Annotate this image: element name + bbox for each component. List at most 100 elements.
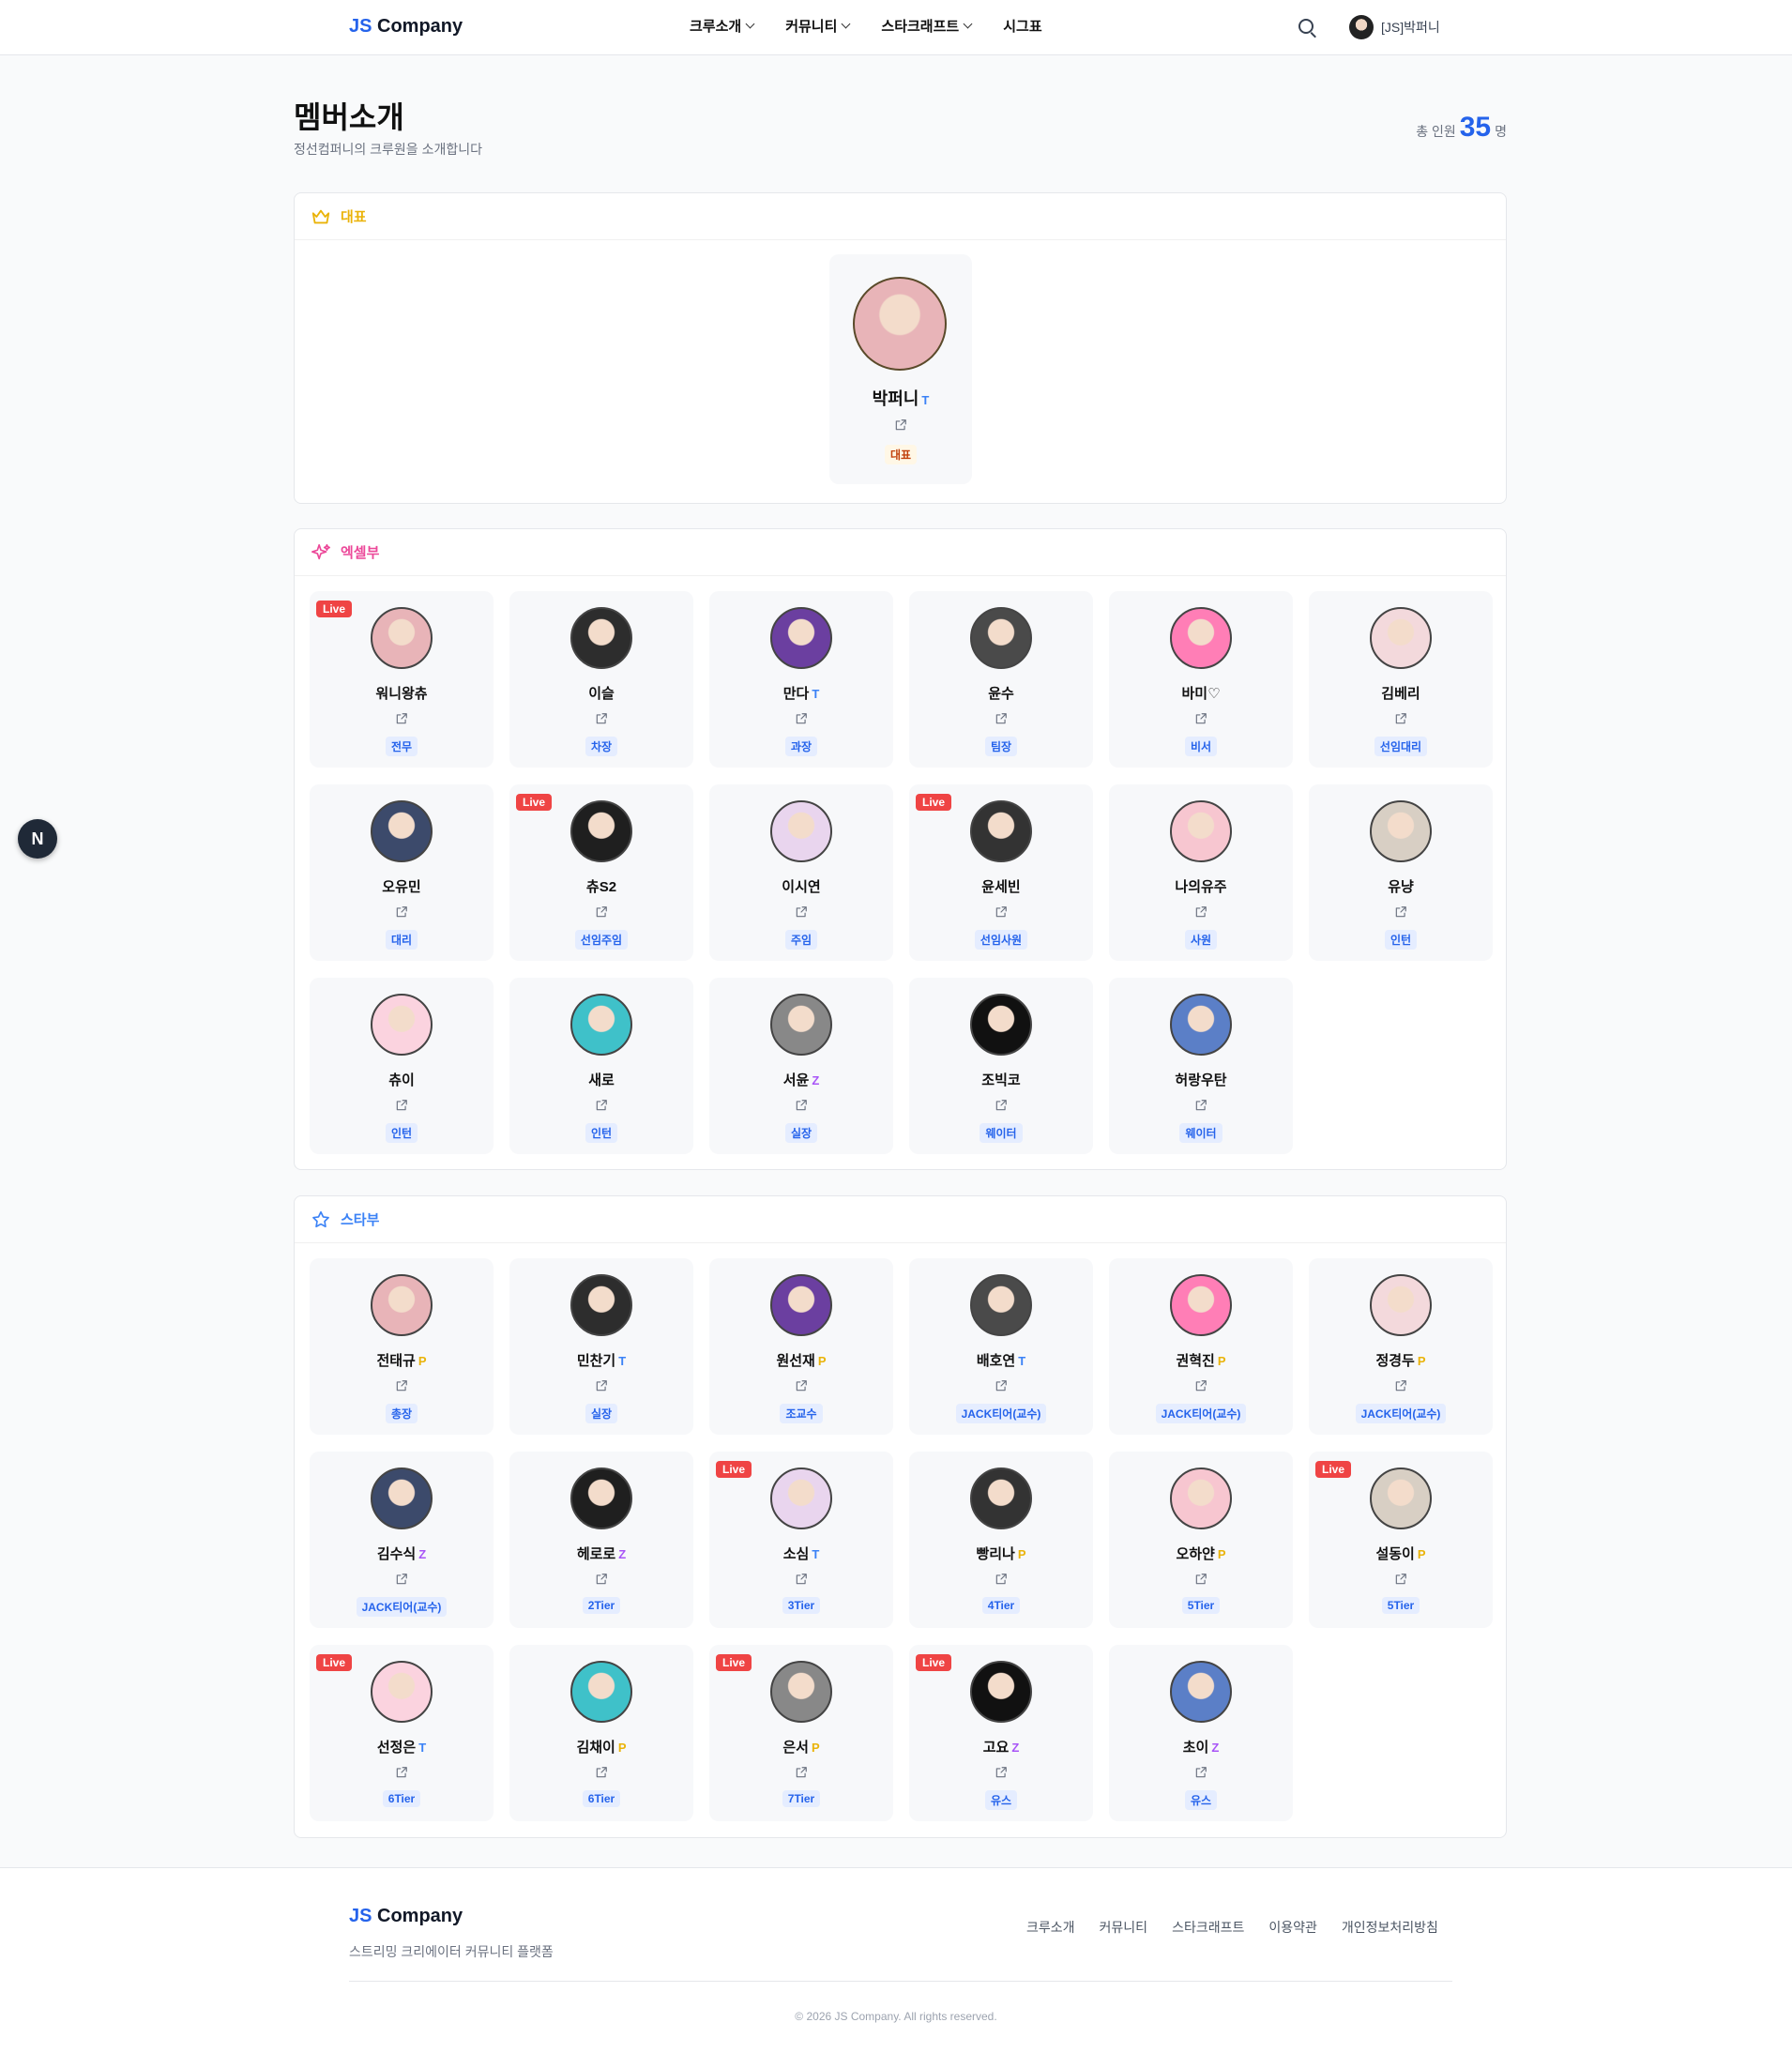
member-card[interactable]: 빵리나 P 4Tier xyxy=(909,1452,1093,1628)
member-card[interactable]: 전태규 P 총장 xyxy=(310,1258,494,1435)
external-link-icon[interactable] xyxy=(1194,1379,1207,1392)
nav-item-community[interactable]: 커뮤니티 xyxy=(785,16,851,36)
footer-link-privacy[interactable]: 개인정보처리방침 xyxy=(1342,1918,1438,1937)
external-link-icon[interactable] xyxy=(795,1573,808,1586)
member-card[interactable]: 박퍼니 T 대표 xyxy=(829,254,972,484)
external-link-icon[interactable] xyxy=(1194,1099,1207,1112)
member-card[interactable]: 김채이 P 6Tier xyxy=(509,1645,693,1821)
role-badge: 5Tier xyxy=(1381,1597,1420,1614)
member-card[interactable]: 허랑우탄 웨이터 xyxy=(1109,978,1293,1154)
external-link-icon[interactable] xyxy=(595,1099,608,1112)
external-link-icon[interactable] xyxy=(595,1379,608,1392)
member-card[interactable]: 원선재 P 조교수 xyxy=(709,1258,893,1435)
external-link-icon[interactable] xyxy=(995,1766,1008,1779)
external-link-icon[interactable] xyxy=(995,1099,1008,1112)
footer-logo[interactable]: JS Company xyxy=(349,1906,463,1927)
member-card[interactable]: 유냥 인턴 xyxy=(1309,784,1493,961)
member-card[interactable]: 정경두 P JACK티어(교수) xyxy=(1309,1258,1493,1435)
member-card[interactable]: Live 은서 P 7Tier xyxy=(709,1645,893,1821)
member-card[interactable]: 초이 Z 유스 xyxy=(1109,1645,1293,1821)
member-card[interactable]: Live 워니왕츄 전무 xyxy=(310,591,494,768)
member-card[interactable]: 민찬기 T 실장 xyxy=(509,1258,693,1435)
avatar xyxy=(371,607,433,669)
member-card[interactable]: 헤로로 Z 2Tier xyxy=(509,1452,693,1628)
external-link-icon[interactable] xyxy=(395,1379,408,1392)
external-link-icon[interactable] xyxy=(595,1766,608,1779)
external-link-icon[interactable] xyxy=(1194,1573,1207,1586)
avatar xyxy=(770,607,832,669)
member-card[interactable]: 이슬 차장 xyxy=(509,591,693,768)
nav-item-sig[interactable]: 시그표 xyxy=(1003,16,1041,36)
member-card[interactable]: 서윤 Z 실장 xyxy=(709,978,893,1154)
member-card[interactable]: 오유민 대리 xyxy=(310,784,494,961)
tier-badge: P xyxy=(1417,1354,1426,1368)
external-link-icon[interactable] xyxy=(995,1379,1008,1392)
external-link-icon[interactable] xyxy=(795,1766,808,1779)
external-link-icon[interactable] xyxy=(395,1766,408,1779)
avatar xyxy=(770,1468,832,1529)
external-link-icon[interactable] xyxy=(894,418,907,432)
footer-link-crew[interactable]: 크루소개 xyxy=(1026,1918,1075,1937)
role-badge-wrap: 유스 xyxy=(909,1790,1093,1810)
nav-item-crew[interactable]: 크루소개 xyxy=(690,16,755,36)
external-link-icon[interactable] xyxy=(395,712,408,725)
nav-item-starcraft[interactable]: 스타크래프트 xyxy=(881,16,973,36)
external-link-icon[interactable] xyxy=(795,1099,808,1112)
member-name-text: 이슬 xyxy=(588,686,615,702)
member-card[interactable]: Live 선정은 T 6Tier xyxy=(310,1645,494,1821)
footer-link-community[interactable]: 커뮤니티 xyxy=(1100,1918,1148,1937)
role-badge: 팀장 xyxy=(984,737,1018,756)
external-link-icon[interactable] xyxy=(1194,1766,1207,1779)
avatar xyxy=(970,607,1032,669)
external-link-icon[interactable] xyxy=(995,1573,1008,1586)
external-link-icon[interactable] xyxy=(795,1379,808,1392)
member-card[interactable]: 김베리 선임대리 xyxy=(1309,591,1493,768)
member-name: 정경두 P xyxy=(1309,1350,1493,1370)
external-link-icon[interactable] xyxy=(1194,905,1207,919)
member-card[interactable]: 오하얀 P 5Tier xyxy=(1109,1452,1293,1628)
tier-badge: T xyxy=(812,687,820,701)
member-card[interactable]: Live 설동이 P 5Tier xyxy=(1309,1452,1493,1628)
member-name: 선정은 T xyxy=(310,1737,494,1756)
member-card[interactable]: 츄이 인턴 xyxy=(310,978,494,1154)
member-card[interactable]: 김수식 Z JACK티어(교수) xyxy=(310,1452,494,1628)
member-card[interactable]: 배호연 T JACK티어(교수) xyxy=(909,1258,1093,1435)
member-card[interactable]: 새로 인턴 xyxy=(509,978,693,1154)
member-card[interactable]: 권혁진 P JACK티어(교수) xyxy=(1109,1258,1293,1435)
member-card[interactable]: Live 고요 Z 유스 xyxy=(909,1645,1093,1821)
floating-n-button[interactable]: N xyxy=(18,819,57,859)
footer-link-starcraft[interactable]: 스타크래프트 xyxy=(1172,1918,1244,1937)
user-menu[interactable]: [JS]박퍼니 xyxy=(1349,15,1440,39)
member-card[interactable]: 윤수 팀장 xyxy=(909,591,1093,768)
external-link-icon[interactable] xyxy=(1394,905,1407,919)
member-card[interactable]: Live 윤세빈 선임사원 xyxy=(909,784,1093,961)
member-card[interactable]: 나의유주 사원 xyxy=(1109,784,1293,961)
external-link-icon[interactable] xyxy=(795,905,808,919)
external-link-icon[interactable] xyxy=(1394,1379,1407,1392)
avatar xyxy=(770,1661,832,1723)
external-link-icon[interactable] xyxy=(395,1573,408,1586)
member-card[interactable]: 조빅코 웨이터 xyxy=(909,978,1093,1154)
member-card[interactable]: 만다 T 과장 xyxy=(709,591,893,768)
external-link-icon[interactable] xyxy=(595,905,608,919)
member-card[interactable]: Live 츄S2 선임주임 xyxy=(509,784,693,961)
external-link-icon[interactable] xyxy=(595,1573,608,1586)
member-card[interactable]: Live 소심 T 3Tier xyxy=(709,1452,893,1628)
external-link-icon[interactable] xyxy=(1394,712,1407,725)
footer-link-terms[interactable]: 이용약관 xyxy=(1268,1918,1317,1937)
member-name-text: 츄S2 xyxy=(585,879,617,895)
member-name-text: 만다 xyxy=(782,686,810,702)
external-link-icon[interactable] xyxy=(795,712,808,725)
external-link-icon[interactable] xyxy=(1394,1573,1407,1586)
member-card[interactable]: 이시연 주임 xyxy=(709,784,893,961)
external-link-icon[interactable] xyxy=(995,905,1008,919)
search-icon[interactable] xyxy=(1298,19,1314,34)
logo[interactable]: JS Company xyxy=(349,16,463,38)
role-badge: 선임주임 xyxy=(574,930,629,950)
member-card[interactable]: 바미♡ 비서 xyxy=(1109,591,1293,768)
external-link-icon[interactable] xyxy=(395,1099,408,1112)
external-link-icon[interactable] xyxy=(1194,712,1207,725)
external-link-icon[interactable] xyxy=(595,712,608,725)
external-link-icon[interactable] xyxy=(995,712,1008,725)
external-link-icon[interactable] xyxy=(395,905,408,919)
